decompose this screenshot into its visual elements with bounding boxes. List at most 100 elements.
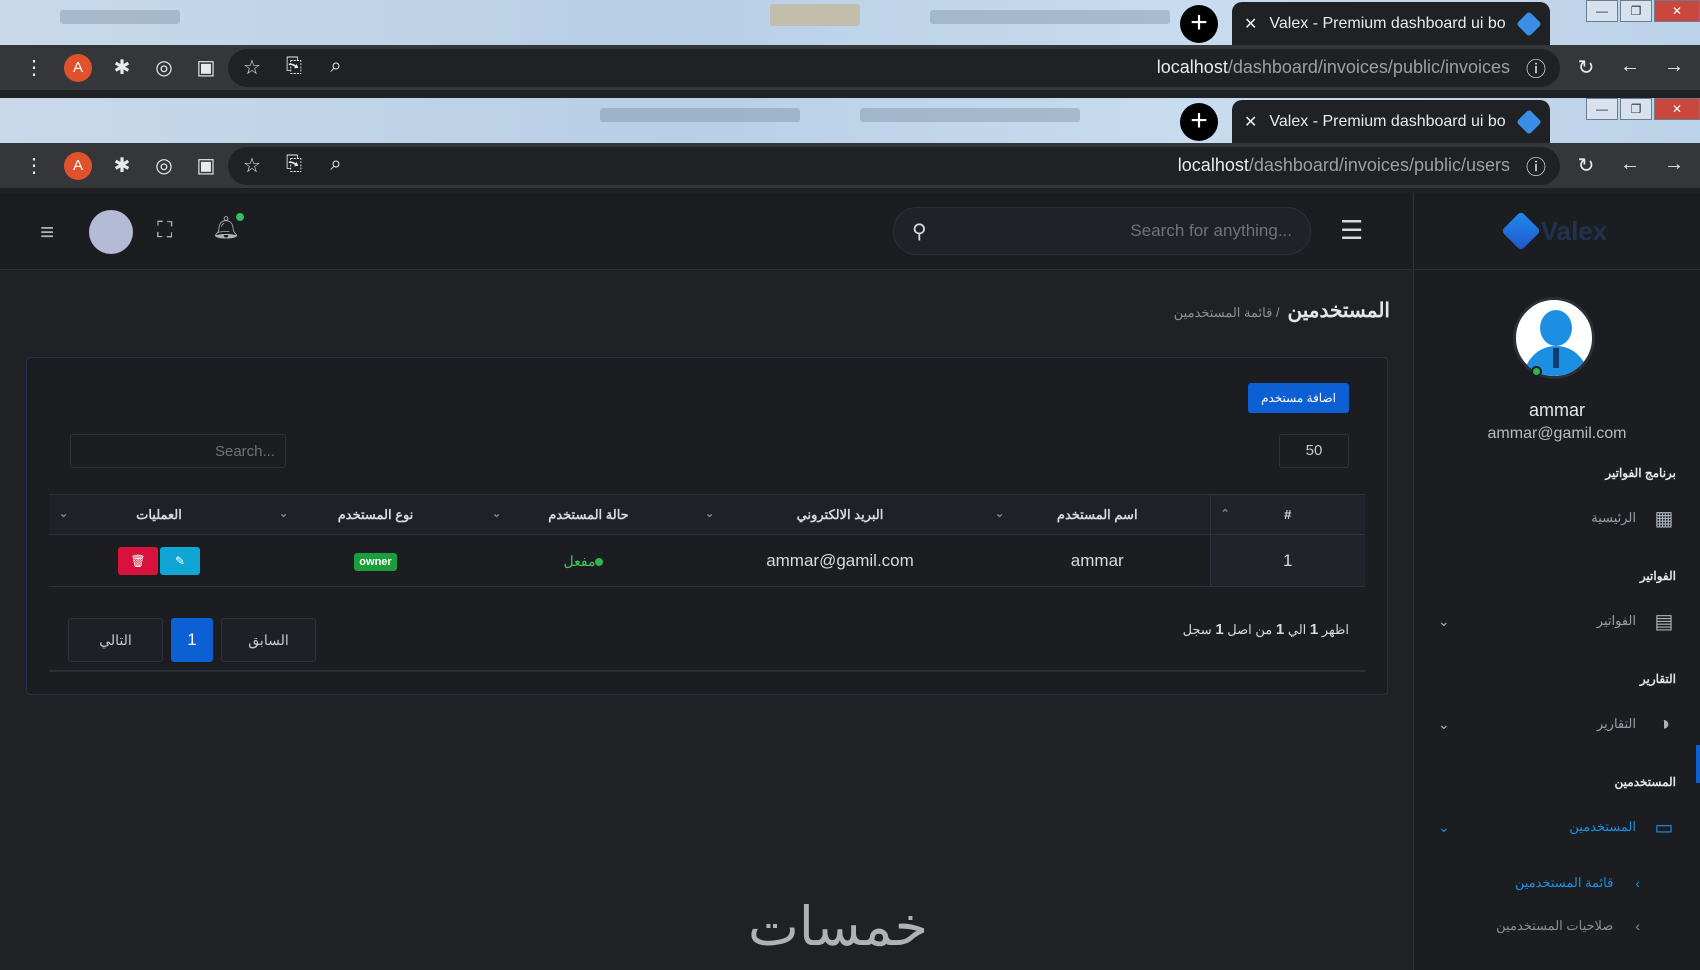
browser-toolbar-main: ⋮ A ✱ ◎ ▣ ☆ ⎘ ⌕ localhost/dashboard/invo…	[0, 143, 1700, 188]
url-text: localhost/dashboard/invoices/public/invo…	[348, 57, 1524, 78]
maximize-icon[interactable]: ❐	[1620, 0, 1652, 22]
sort-down-icon: ⌄	[59, 508, 69, 520]
close-tab-icon[interactable]: ✕	[1244, 14, 1257, 34]
card-footer-divider	[49, 670, 1365, 672]
app-header: ≡ ⛶ 🔔︎ ⚲ ☰	[0, 193, 1412, 270]
close-window-icon[interactable]: ✕	[1654, 0, 1700, 22]
new-tab-button[interactable]: +	[1180, 103, 1218, 141]
address-bar[interactable]: ☆ ⎘ ⌕ localhost/dashboard/invoices/publi…	[228, 146, 1560, 185]
user-avatar[interactable]	[1513, 297, 1595, 379]
extensions-icon[interactable]: ✱	[110, 55, 134, 80]
add-user-button[interactable]: اضافة مستخدم	[1248, 383, 1349, 413]
sidebar-item-home[interactable]: ▦ الرئيسية	[1438, 501, 1676, 535]
header-avatar[interactable]	[89, 210, 133, 254]
zoom-icon[interactable]: ⌕	[324, 153, 348, 178]
page-1-button[interactable]: 1	[171, 618, 213, 662]
back-arrow-icon[interactable]: ←	[1618, 55, 1642, 80]
column-header-label: اسم المستخدم	[1056, 506, 1138, 522]
fullscreen-icon[interactable]: ⛶	[157, 217, 172, 243]
browser-tabstrip-top: + ✕ Valex - Premium dashboard ui bo — ❐ …	[0, 0, 1700, 45]
next-page-button[interactable]: التالي	[68, 618, 163, 662]
hamburger-menu-icon[interactable]: ≡	[40, 219, 54, 247]
bookmark-star-icon[interactable]: ☆	[240, 55, 264, 80]
bookmark-star-icon[interactable]: ☆	[240, 153, 264, 178]
sidebar-subitem-user-permissions[interactable]: › صلاحيات المستخدمين	[1460, 918, 1640, 934]
sidebar-subitem-users-list[interactable]: › قائمة المستخدمين	[1460, 875, 1640, 891]
sidebar-item-invoices[interactable]: ▤ الفواتير ⌄	[1438, 604, 1676, 638]
trash-icon: 🗑︎	[130, 553, 146, 568]
blurred-tab	[60, 10, 180, 24]
users-table: # ⌃ اسم المستخدم ⌄ البريد الالكتروني ⌄ حالة…	[49, 494, 1365, 587]
sidebar-item-label: المستخدمين	[1569, 819, 1636, 834]
table-search-input[interactable]	[70, 434, 286, 468]
column-header-role[interactable]: نوع المستخدم ⌄	[269, 494, 482, 535]
forward-arrow-icon[interactable]: →	[1662, 153, 1686, 178]
cell-username: ammar	[985, 534, 1210, 587]
reload-icon[interactable]: ↻	[1574, 153, 1598, 178]
grid-icon: ▦	[1654, 507, 1674, 530]
address-bar[interactable]: ☆ ⎘ ⌕ localhost/dashboard/invoices/publi…	[228, 48, 1560, 87]
close-window-icon[interactable]: ✕	[1654, 98, 1700, 120]
share-icon[interactable]: ⎘	[282, 55, 306, 80]
incognito-icon[interactable]: ◎	[152, 55, 176, 80]
sidebar-item-reports[interactable]: ◑ التقارير ⌄	[1438, 707, 1676, 741]
profile-avatar[interactable]: A	[64, 53, 92, 82]
minimize-icon[interactable]: —	[1586, 0, 1618, 22]
incognito-icon[interactable]: ◎	[152, 153, 176, 178]
reload-icon[interactable]: ↻	[1574, 55, 1598, 80]
cell-role: owner	[269, 534, 482, 587]
column-header-label: نوع المستخدم	[337, 506, 414, 522]
chevron-down-icon: ⌄	[1438, 715, 1450, 732]
extension-square-icon[interactable]: ▣	[194, 153, 218, 178]
delete-button[interactable]: 🗑︎	[118, 546, 158, 575]
search-icon[interactable]: ⚲	[912, 219, 927, 244]
global-search-input[interactable]	[926, 221, 1292, 241]
kebab-menu-icon[interactable]: ⋮	[22, 55, 46, 80]
new-tab-button[interactable]: +	[1180, 5, 1218, 43]
bar-chart-icon: ▤	[1654, 610, 1674, 633]
url-path: /dashboard/invoices/public/invoices	[1227, 57, 1510, 77]
cell-email: ammar@gamil.com	[695, 534, 985, 587]
chevron-right-icon: ›	[1635, 875, 1640, 891]
column-header-status[interactable]: حالة المستخدم ⌄	[482, 494, 695, 535]
cell-status: مفعل	[482, 534, 695, 587]
forward-arrow-icon[interactable]: →	[1662, 55, 1686, 80]
column-header-index[interactable]: # ⌃	[1209, 494, 1365, 535]
column-header-email[interactable]: البريد الالكتروني ⌄	[695, 494, 985, 535]
previous-page-button[interactable]: السابق	[221, 618, 316, 662]
column-header-actions[interactable]: العمليات ⌄	[49, 494, 269, 535]
profile-avatar[interactable]: A	[64, 151, 92, 180]
subitem-label: قائمة المستخدمين	[1514, 875, 1614, 890]
avatar-tie	[1553, 348, 1559, 368]
sidebar-item-label: الفواتير	[1596, 613, 1636, 628]
browser-tab-active[interactable]: ✕ Valex - Premium dashboard ui bo	[1232, 100, 1550, 143]
chevron-right-icon: ›	[1635, 918, 1640, 934]
info-text: اظهر	[1321, 622, 1349, 637]
back-arrow-icon[interactable]: ←	[1618, 153, 1642, 178]
status-label: مفعل	[563, 552, 596, 569]
close-tab-icon[interactable]: ✕	[1244, 112, 1257, 132]
section-title-invoices: الفواتير	[1639, 569, 1676, 583]
logo[interactable]: Valex	[1414, 193, 1700, 270]
extensions-icon[interactable]: ✱	[110, 153, 134, 178]
site-info-icon[interactable]: ⓘ	[1524, 53, 1548, 82]
site-info-icon[interactable]: ⓘ	[1524, 151, 1548, 180]
status-dot	[595, 557, 604, 566]
maximize-icon[interactable]: ❐	[1620, 98, 1652, 120]
minimize-icon[interactable]: —	[1586, 98, 1618, 120]
sidebar-item-users[interactable]: ▭ المستخدمين ⌄	[1438, 810, 1676, 844]
share-icon[interactable]: ⎘	[282, 153, 306, 178]
url-path: /dashboard/invoices/public/users	[1248, 155, 1510, 175]
extension-square-icon[interactable]: ▣	[194, 55, 218, 80]
sidebar-toggle-icon[interactable]: ☰	[1340, 215, 1363, 246]
breadcrumb-sub[interactable]: / قائمة المستخدمين	[1174, 305, 1280, 321]
notification-bell-icon[interactable]: 🔔︎	[212, 213, 244, 241]
info-number: 1	[1309, 621, 1319, 638]
pencil-icon: ✎	[174, 553, 186, 568]
browser-tab-active[interactable]: ✕ Valex - Premium dashboard ui bo	[1232, 2, 1550, 45]
zoom-icon[interactable]: ⌕	[324, 55, 348, 80]
kebab-menu-icon[interactable]: ⋮	[22, 153, 46, 178]
edit-button[interactable]: ✎	[160, 546, 200, 575]
page-length-select[interactable]: 50	[1279, 434, 1349, 468]
column-header-username[interactable]: اسم المستخدم ⌄	[985, 494, 1210, 535]
